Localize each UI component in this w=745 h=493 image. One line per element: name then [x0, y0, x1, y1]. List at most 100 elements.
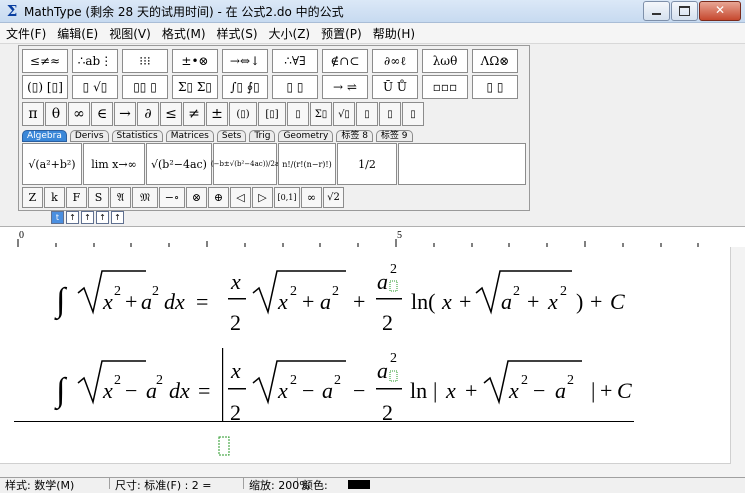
palette-bars-button[interactable]: ▯ ▯	[272, 75, 318, 99]
palette-fractions-radicals-button[interactable]: ▯ √▯	[72, 75, 118, 99]
palette-products-button[interactable]: Ū Ů	[372, 75, 418, 99]
tab-algebra[interactable]: Algebra	[22, 130, 67, 142]
template-discriminant[interactable]: √(b²−4ac)	[146, 143, 212, 185]
palette-sets-button[interactable]: ∉∩⊂	[322, 49, 368, 73]
color-swatch[interactable]	[348, 480, 370, 489]
palette-subscript-button[interactable]: ▯	[379, 102, 401, 126]
palette-sum-button[interactable]: Σ▯	[310, 102, 332, 126]
palette-fraktur-m-button[interactable]: 𝔐	[132, 187, 158, 208]
svg-text:|: |	[433, 378, 437, 403]
palette-fences-button[interactable]: (▯) [▯]	[22, 75, 68, 99]
palette-arrows-button[interactable]: →⇔↓	[222, 49, 268, 73]
palette-greek-lower-button[interactable]: λωθ	[422, 49, 468, 73]
menu-help[interactable]: 帮助(H)	[367, 25, 420, 42]
size-button-2[interactable]: ↑	[66, 211, 79, 224]
template-empty-slot[interactable]	[398, 143, 526, 185]
palette-fraktur-a-button[interactable]: 𝔄	[110, 187, 131, 208]
palette-otimes-button[interactable]: ⊗	[186, 187, 207, 208]
horizontal-scrollbar[interactable]	[0, 463, 731, 478]
status-size[interactable]: 尺寸: 标准(F) : 2 =	[112, 477, 244, 492]
mathtype-app-icon: Σ	[6, 2, 18, 20]
palette-bracket-button[interactable]: [▯]	[258, 102, 286, 126]
palette-arrow-button[interactable]: →	[114, 102, 136, 126]
vertical-scrollbar[interactable]	[730, 247, 745, 477]
palette-f-button[interactable]: F	[66, 187, 87, 208]
svg-text:2: 2	[567, 373, 574, 388]
palette-interval-button[interactable]: [0,1]	[274, 187, 300, 208]
palette-operators-button[interactable]: ±•⊗	[172, 49, 218, 73]
template-hypotenuse[interactable]: √(a²+b²)	[22, 143, 82, 185]
template-limit[interactable]: lim x→∞	[83, 143, 145, 185]
tab-geometry[interactable]: Geometry	[278, 130, 334, 142]
minimize-button[interactable]	[643, 1, 670, 21]
palette-paren-button[interactable]: (▯)	[229, 102, 257, 126]
svg-text:a: a	[377, 269, 388, 294]
palette-spaces-button[interactable]: ∴ab⋮	[72, 49, 118, 73]
insertion-slot[interactable]	[218, 436, 230, 456]
size-button-1[interactable]: t	[51, 211, 64, 224]
palette-k-button[interactable]: k	[44, 187, 65, 208]
palette-embellishments-button[interactable]: ⁝⁝⁝	[122, 49, 168, 73]
empty-slot-1[interactable]	[389, 280, 398, 292]
palette-s-button[interactable]: S	[88, 187, 109, 208]
palette-neq-button[interactable]: ≠	[183, 102, 205, 126]
status-style[interactable]: 样式: 数学(M)	[2, 477, 110, 492]
tab-derivs[interactable]: Derivs	[69, 130, 109, 142]
palette-partial-button[interactable]: ∂	[137, 102, 159, 126]
palette-subscripts-button[interactable]: ▯▯ ▯	[122, 75, 168, 99]
menu-size[interactable]: 大小(Z)	[263, 25, 316, 42]
palette-pi-button[interactable]: π	[22, 102, 44, 126]
tab-matrices[interactable]: Matrices	[165, 130, 214, 142]
empty-slot-2[interactable]	[389, 370, 398, 382]
svg-text:2: 2	[390, 262, 397, 277]
size-button-4[interactable]: ↑	[96, 211, 109, 224]
size-button-3[interactable]: ↑	[81, 211, 94, 224]
palette-element-of-button[interactable]: ∈	[91, 102, 113, 126]
palette-misc-button[interactable]: ∂∞ℓ	[372, 49, 418, 73]
palette-triangle-left-button[interactable]: ◁	[230, 187, 251, 208]
tab-label-8[interactable]: 标签 8	[336, 130, 373, 142]
palette-superscript-button[interactable]: ▯	[356, 102, 378, 126]
status-zoom[interactable]: 缩放: 200%	[246, 477, 310, 492]
template-one-half[interactable]: 1/2	[337, 143, 397, 185]
menu-style[interactable]: 样式(S)	[211, 25, 263, 42]
palette-sqrt-button[interactable]: √▯	[333, 102, 355, 126]
palette-labeled-arrows-button[interactable]: → ⇌	[322, 75, 368, 99]
template-combination[interactable]: n!/(r!(n−r)!)	[278, 143, 336, 185]
palette-boxes-button[interactable]: ▯ ▯	[472, 75, 518, 99]
palette-plusminus-button[interactable]: ±	[206, 102, 228, 126]
palette-multimap-button[interactable]: −∘	[159, 187, 185, 208]
palette-logic-button[interactable]: ∴∀∃	[272, 49, 318, 73]
palette-leq-button[interactable]: ≤	[160, 102, 182, 126]
menu-edit[interactable]: 编辑(E)	[51, 25, 103, 42]
tab-label-9[interactable]: 标签 9	[375, 130, 413, 142]
template-quadratic[interactable]: (−b±√(b²−4ac))/2a	[211, 143, 279, 185]
palette-sqrt2-button[interactable]: √2	[323, 187, 344, 208]
palette-summation-button[interactable]: Σ▯ Σ▯	[172, 75, 218, 99]
tab-statistics[interactable]: Statistics	[111, 130, 163, 142]
palette-relations-button[interactable]: ≤≠≈	[22, 49, 68, 73]
equation-editor[interactable]: ∫ x2 + a2 dx = x 2 x2 + a2 + a2 2 ln( x …	[0, 247, 745, 477]
palette-triangle-right-button[interactable]: ▷	[252, 187, 273, 208]
palette-subsup-button[interactable]: ▯	[402, 102, 424, 126]
size-button-5[interactable]: ↑	[111, 211, 124, 224]
maximize-button[interactable]	[671, 1, 698, 21]
palette-infinity-button[interactable]: ∞	[68, 102, 90, 126]
palette-fraction-button[interactable]: ▯	[287, 102, 309, 126]
menu-preferences[interactable]: 预置(P)	[315, 25, 367, 42]
palette-greek-upper-button[interactable]: ΛΩ⊗	[472, 49, 518, 73]
close-button[interactable]: ✕	[699, 1, 741, 21]
ruler[interactable]: 0 5	[0, 226, 745, 248]
tab-sets[interactable]: Sets	[216, 130, 247, 142]
tab-trig[interactable]: Trig	[249, 130, 276, 142]
menu-file[interactable]: 文件(F)	[0, 25, 51, 42]
svg-text:ln: ln	[410, 378, 427, 403]
palette-infinity-small-button[interactable]: ∞	[301, 187, 322, 208]
palette-matrices-button[interactable]: ▫▫▫	[422, 75, 468, 99]
palette-integrals-button[interactable]: ∫▯ ∮▯	[222, 75, 268, 99]
menu-format[interactable]: 格式(M)	[156, 25, 211, 42]
palette-z-button[interactable]: Z	[22, 187, 43, 208]
palette-theta-button[interactable]: θ	[45, 102, 67, 126]
menu-view[interactable]: 视图(V)	[103, 25, 156, 42]
palette-oplus-button[interactable]: ⊕	[208, 187, 229, 208]
